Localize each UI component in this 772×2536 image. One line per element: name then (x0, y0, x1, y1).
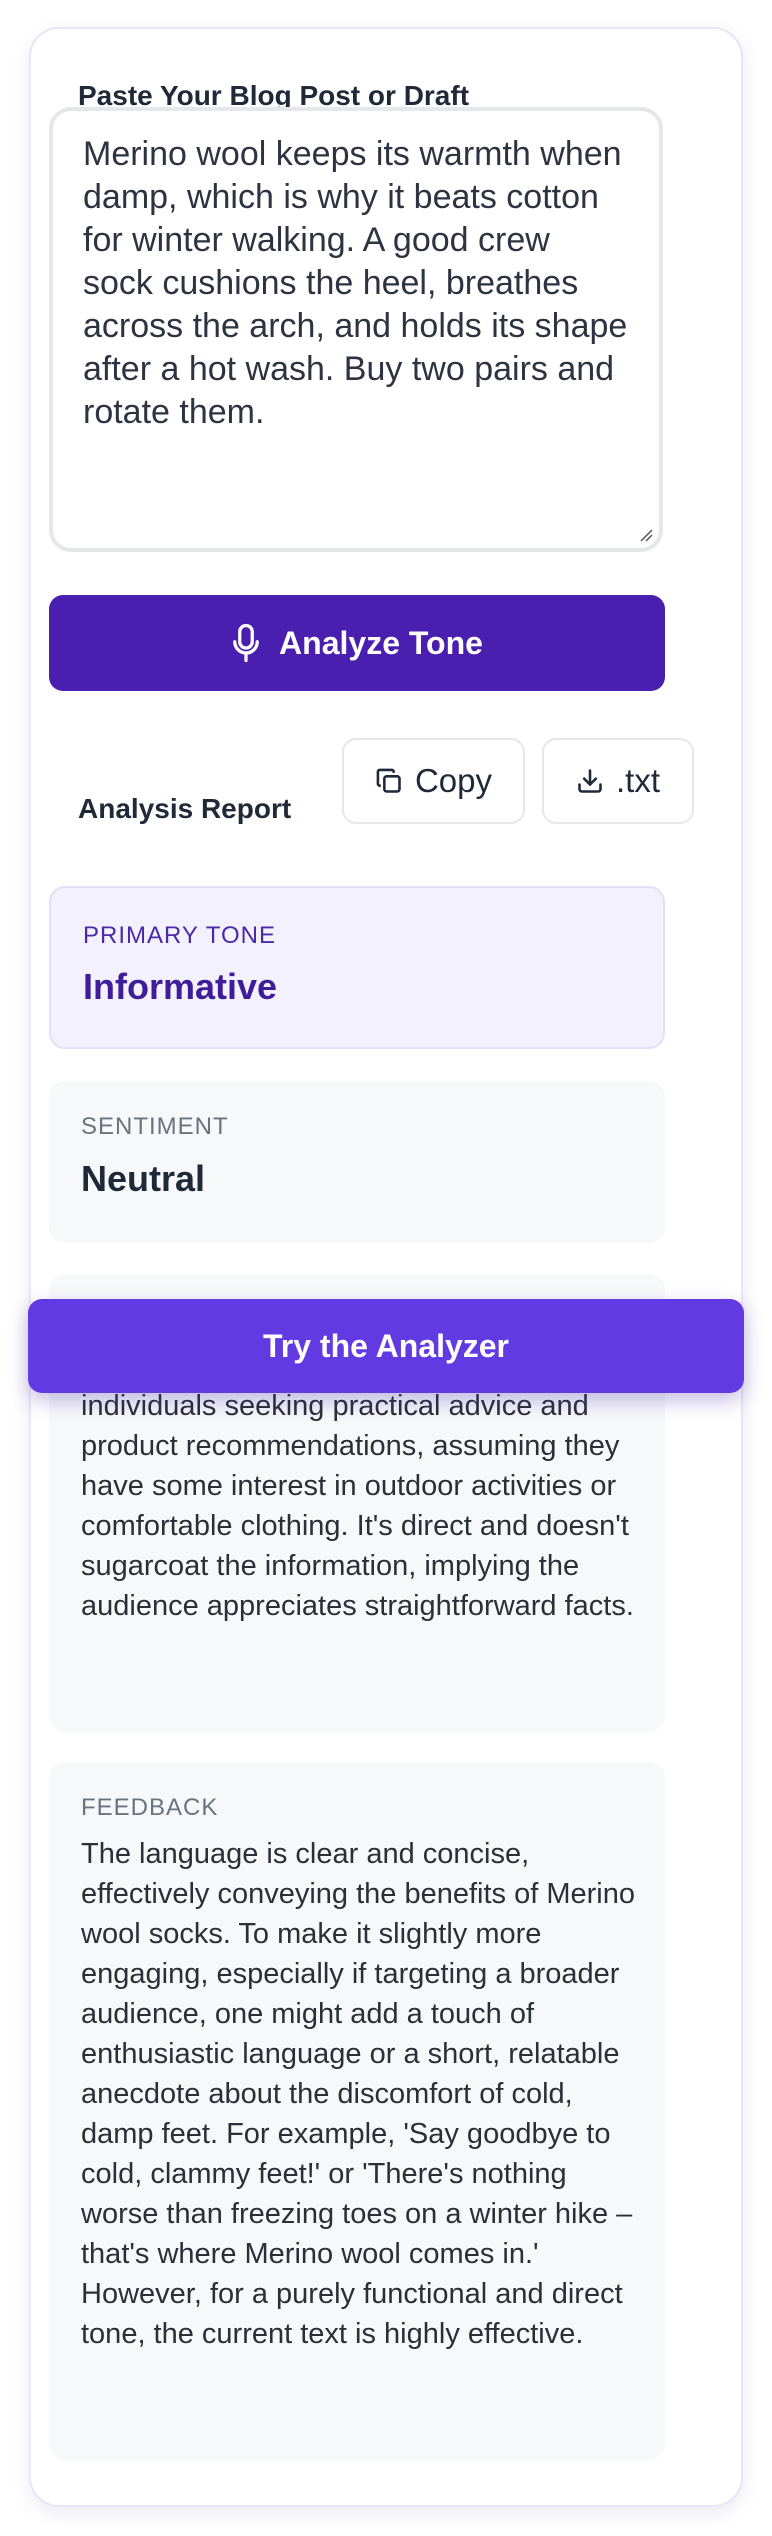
sentiment-key: SENTIMENT (81, 1113, 229, 1140)
resize-grip-icon[interactable] (637, 526, 653, 542)
analysis-report-title: Analysis Report (78, 793, 292, 824)
sentiment-panel: SENTIMENT Neutral (49, 1081, 665, 1243)
try-analyzer-button[interactable]: Try the Analyzer (28, 1299, 744, 1393)
feedback-key: FEEDBACK (81, 1794, 219, 1821)
blog-post-textarea[interactable]: Merino wool keeps its warmth when damp, … (49, 107, 663, 552)
copy-label: Copy (414, 762, 493, 799)
audience-text: individuals seeking practical advice and… (81, 1390, 634, 1622)
primary-tone-key: PRIMARY TONE (83, 922, 276, 949)
analyze-tone-label: Analyze Tone (279, 624, 483, 661)
feedback-panel: FEEDBACK The language is clear and conci… (49, 1762, 665, 2460)
microphone-icon (233, 623, 259, 663)
primary-tone-panel: PRIMARY TONE Informative (49, 886, 665, 1049)
download-txt-button[interactable]: .txt (542, 738, 694, 824)
try-analyzer-label: Try the Analyzer (262, 1327, 509, 1364)
analyze-tone-button[interactable]: Analyze Tone (49, 595, 665, 691)
download-icon (578, 769, 602, 793)
copy-icon (376, 768, 401, 793)
sentiment-value: Neutral (81, 1158, 206, 1199)
download-label: .txt (615, 762, 660, 799)
feedback-text: The language is clear and concise, effec… (81, 1838, 636, 2350)
blog-post-text: Merino wool keeps its warmth when damp, … (83, 135, 628, 431)
primary-tone-value: Informative (83, 966, 278, 1007)
copy-button[interactable]: Copy (342, 738, 525, 824)
